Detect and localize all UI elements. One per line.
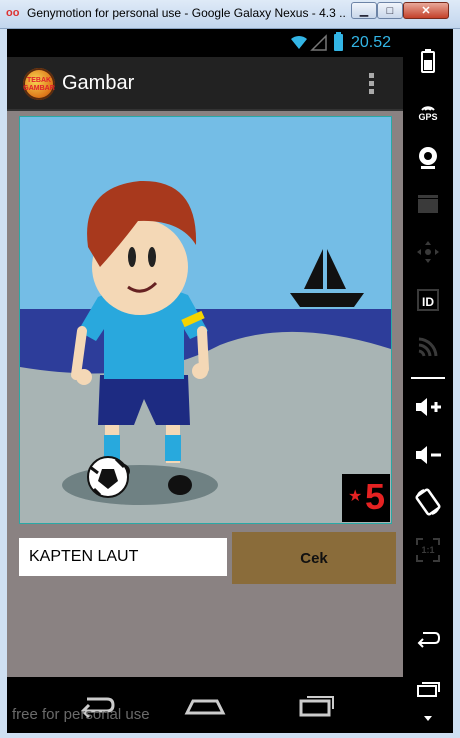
pixel-perfect-label: 1:1 bbox=[421, 545, 435, 555]
gps-widget-icon[interactable]: GPS bbox=[403, 99, 453, 133]
watermark-text: free for personal use bbox=[12, 706, 150, 723]
device-screen: 20.52 TEBAK GAMBAR Gambar ★ 5 KAPTEN LAU… bbox=[7, 29, 403, 733]
signal-icon bbox=[310, 34, 327, 51]
logo-text-top: TEBAK bbox=[26, 77, 52, 84]
battery-icon bbox=[334, 32, 343, 51]
window-titlebar[interactable]: oo Genymotion for personal use - Google … bbox=[0, 0, 460, 29]
id-label: ID bbox=[417, 289, 439, 311]
cast-icon bbox=[403, 335, 453, 369]
wifi-icon bbox=[291, 35, 307, 49]
clock: 20.52 bbox=[351, 34, 392, 51]
close-button[interactable]: ✕ bbox=[403, 2, 449, 19]
puzzle-image: ★ 5 bbox=[19, 116, 392, 524]
sidebar-back-icon[interactable] bbox=[403, 629, 453, 663]
sidebar-recent-apps-icon[interactable] bbox=[403, 679, 453, 713]
recent-apps-icon[interactable] bbox=[297, 691, 337, 719]
genymotion-sidebar: GPS ID 1:1 bbox=[403, 29, 453, 733]
home-icon[interactable] bbox=[183, 691, 227, 719]
main-content: ★ 5 Cek bbox=[7, 111, 403, 677]
webcam-icon[interactable] bbox=[403, 145, 453, 179]
maximize-button[interactable]: □ bbox=[377, 2, 403, 19]
navigation-bar: free for personal use bbox=[7, 677, 403, 733]
check-button[interactable]: Cek bbox=[232, 532, 396, 584]
volume-up-icon[interactable] bbox=[403, 395, 453, 429]
sidebar-divider bbox=[411, 377, 445, 379]
page-title: Gambar bbox=[62, 72, 135, 94]
battery-widget-icon[interactable] bbox=[403, 49, 453, 83]
pixel-perfect-icon: 1:1 bbox=[403, 537, 453, 571]
gps-label: GPS bbox=[418, 112, 438, 122]
puzzle-illustration bbox=[20, 117, 391, 523]
app-logo-icon[interactable]: TEBAK GAMBAR bbox=[23, 68, 55, 100]
status-bar: 20.52 bbox=[7, 29, 403, 57]
genymotion-app-icon: oo bbox=[6, 7, 20, 19]
id-widget-icon: ID bbox=[403, 287, 453, 321]
emulator-frame: 20.52 TEBAK GAMBAR Gambar ★ 5 KAPTEN LAU… bbox=[7, 29, 453, 733]
action-bar: TEBAK GAMBAR Gambar bbox=[7, 57, 403, 111]
star-icon: ★ bbox=[348, 488, 363, 505]
window-title: Genymotion for personal use - Google Gal… bbox=[27, 6, 347, 20]
screencast-icon bbox=[403, 193, 453, 227]
remote-control-icon bbox=[403, 239, 453, 273]
sidebar-menu-icon[interactable] bbox=[403, 711, 453, 731]
volume-down-icon[interactable] bbox=[403, 443, 453, 477]
rotate-icon[interactable] bbox=[403, 487, 453, 521]
minimize-button[interactable]: ▁ bbox=[351, 2, 377, 19]
answer-input[interactable] bbox=[19, 538, 227, 576]
logo-text-bottom: GAMBAR bbox=[23, 85, 55, 92]
overflow-menu-icon[interactable] bbox=[363, 71, 379, 97]
star-count-badge: ★ 5 bbox=[342, 474, 390, 522]
star-count: 5 bbox=[365, 476, 386, 517]
